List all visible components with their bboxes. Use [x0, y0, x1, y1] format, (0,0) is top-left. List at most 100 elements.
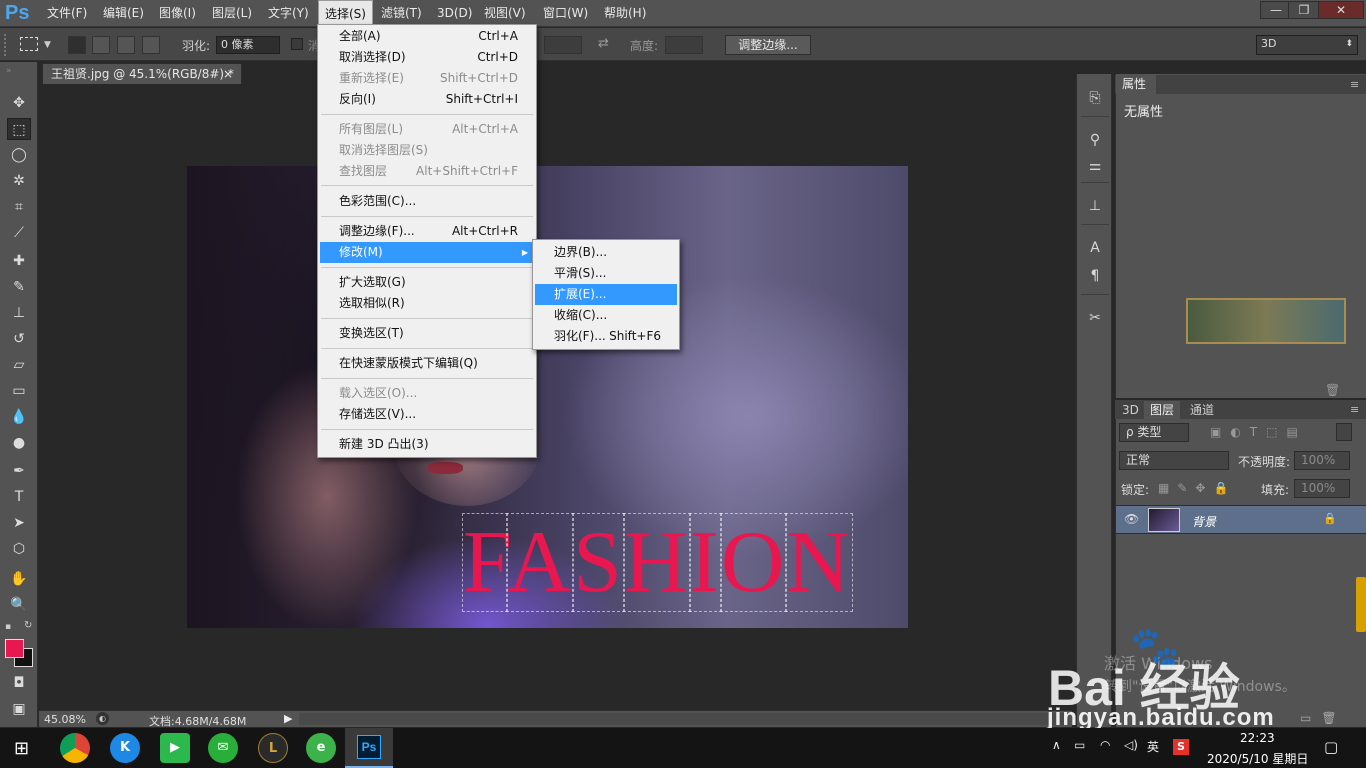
width-input[interactable] [544, 36, 582, 54]
menu-inverse[interactable]: 反向(I) Shift+Ctrl+I [320, 89, 534, 110]
paragraph-panel-icon[interactable]: ¶ [1085, 266, 1105, 286]
dodge-tool-icon[interactable]: ● [7, 432, 31, 454]
lock-icons[interactable]: ▦✎✥🔒 [1158, 481, 1236, 495]
menu-type[interactable]: 文字(Y) [262, 0, 315, 27]
menu-transform-selection[interactable]: 变换选区(T) [320, 323, 534, 344]
tab-3d[interactable]: 3D [1116, 401, 1145, 419]
close-button[interactable]: ✕ [1318, 1, 1364, 19]
healing-brush-tool-icon[interactable]: ✚ [7, 250, 31, 272]
crop-tool-icon[interactable]: ⌗ [7, 196, 31, 218]
gradient-tool-icon[interactable]: ▭ [7, 380, 31, 402]
status-info-icon[interactable]: ◐ [96, 712, 109, 725]
intersect-selection-icon[interactable] [142, 36, 160, 54]
menu-edit[interactable]: 编辑(E) [97, 0, 150, 27]
stamp-tool-icon[interactable]: ⊥ [7, 302, 31, 324]
menu-layer[interactable]: 图层(L) [206, 0, 258, 27]
menu-save-selection[interactable]: 存储选区(V)... [320, 404, 534, 425]
quick-mask-icon[interactable]: ◘ [7, 672, 31, 694]
kugou-icon[interactable]: K [110, 733, 140, 763]
fill-input[interactable]: 100% [1294, 479, 1350, 498]
menu-help[interactable]: 帮助(H) [598, 0, 652, 27]
tab-properties[interactable]: 属性 [1116, 75, 1156, 94]
lol-icon[interactable]: L [258, 733, 288, 763]
path-selection-tool-icon[interactable]: ➤ [7, 512, 31, 534]
submenu-contract[interactable]: 收缩(C)... [535, 305, 677, 326]
feather-input[interactable]: 0 像素 [216, 36, 280, 54]
history-brush-tool-icon[interactable]: ↺ [7, 328, 31, 350]
restore-button[interactable]: ❐ [1288, 1, 1320, 19]
blur-tool-icon[interactable]: 💧 [7, 406, 31, 428]
tab-layers[interactable]: 图层 [1144, 401, 1181, 419]
menu-similar[interactable]: 选取相似(R) [320, 293, 534, 314]
status-menu-arrow-icon[interactable]: ▶ [284, 712, 292, 725]
layers-footer-icons[interactable]: ▭🗑 [1300, 711, 1347, 725]
ime-indicator[interactable]: 英 [1147, 738, 1159, 755]
tool-presets-icon[interactable]: ⚲ [1085, 130, 1105, 150]
windows-start-icon[interactable]: ⊞ [14, 738, 29, 759]
menu-grow[interactable]: 扩大选取(G) [320, 272, 534, 293]
hand-tool-icon[interactable]: ✋ [7, 568, 31, 590]
submenu-feather[interactable]: 羽化(F)... Shift+F6 [535, 326, 677, 347]
new-selection-icon[interactable] [68, 36, 86, 54]
layer-name[interactable]: 背景 [1192, 513, 1216, 530]
preset-dropdown-icon[interactable]: ▼ [44, 40, 51, 50]
tools-settings-icon[interactable]: ✂ [1085, 308, 1105, 328]
photoshop-taskbar-button[interactable]: Ps [345, 728, 393, 768]
fashion-text-selection[interactable]: FASHION [461, 513, 853, 612]
zoom-level[interactable]: 45.08% [44, 713, 86, 726]
pen-tool-icon[interactable]: ✒ [7, 460, 31, 482]
eyedropper-tool-icon[interactable]: ⟋ [7, 222, 31, 244]
brush-tool-icon[interactable]: ✎ [7, 276, 31, 298]
menu-deselect[interactable]: 取消选择(D) Ctrl+D [320, 47, 534, 68]
lasso-tool-icon[interactable]: ◯ [7, 144, 31, 166]
subtract-selection-icon[interactable] [117, 36, 135, 54]
layer-visibility-eye-icon[interactable]: 👁 [1124, 512, 1139, 526]
clone-source-icon[interactable]: ⊥ [1085, 196, 1105, 216]
submenu-expand[interactable]: 扩展(E)... [535, 284, 677, 305]
menu-window[interactable]: 窗口(W) [537, 0, 594, 27]
submenu-border[interactable]: 边界(B)... [535, 242, 677, 263]
menu-refine-edge[interactable]: 调整边缘(F)... Alt+Ctrl+R [320, 221, 534, 242]
history-panel-icon[interactable]: ⎘ [1085, 88, 1105, 108]
layer-row-background[interactable]: 👁 背景 🔒 [1116, 505, 1366, 534]
notification-center-icon[interactable]: ▢ [1324, 738, 1338, 756]
properties-trash-icon[interactable]: 🗑 [1325, 383, 1340, 397]
foreground-color-swatch[interactable] [5, 639, 24, 658]
menu-color-range[interactable]: 色彩范围(C)... [320, 191, 534, 212]
screen-mode-icon[interactable]: ▣ [7, 698, 31, 720]
type-tool-icon[interactable]: T [7, 486, 31, 508]
add-selection-icon[interactable] [92, 36, 110, 54]
tray-expand-icon[interactable]: ∧ [1052, 738, 1061, 752]
volume-icon[interactable]: ◁) [1124, 738, 1138, 752]
marquee-tool-icon[interactable]: ⬚ [7, 118, 31, 140]
submenu-smooth[interactable]: 平滑(S)... [535, 263, 677, 284]
blend-mode-select[interactable]: 正常 [1119, 451, 1229, 470]
adjustments-panel-icon[interactable]: ⚌ [1085, 156, 1105, 176]
antialias-checkbox[interactable] [291, 38, 303, 50]
refine-edge-button[interactable]: 调整边缘... [725, 35, 811, 55]
document-close-icon[interactable]: × [223, 64, 233, 84]
browser-360-icon[interactable]: e [306, 733, 336, 763]
menu-filter[interactable]: 滤镜(T) [375, 0, 428, 27]
height-input[interactable] [665, 36, 703, 54]
network-icon[interactable]: ◠ [1100, 738, 1110, 752]
zoom-tool-icon[interactable]: 🔍 [7, 594, 31, 616]
swap-colors-icon[interactable]: ↻ [24, 620, 32, 631]
eraser-tool-icon[interactable]: ▱ [7, 354, 31, 376]
menu-select-all[interactable]: 全部(A) Ctrl+A [320, 26, 534, 47]
panel-menu-icon[interactable]: ≡ [1350, 78, 1359, 91]
layer-filter-select[interactable]: ρ 类型 [1119, 423, 1189, 442]
menu-select[interactable]: 选择(S) [318, 0, 373, 27]
workspace-select[interactable]: 3D ⬍ [1256, 35, 1358, 55]
shape-tool-icon[interactable]: ⬡ [7, 538, 31, 560]
clock-time[interactable]: 22:23 [1240, 731, 1275, 745]
menu-view[interactable]: 视图(V) [478, 0, 532, 27]
wechat-icon[interactable]: ✉ [208, 733, 238, 763]
sogou-ime-icon[interactable]: S [1173, 739, 1189, 755]
clock-date[interactable]: 2020/5/10 星期日 [1207, 750, 1308, 767]
move-tool-icon[interactable]: ✥ [7, 92, 31, 114]
layer-filter-icons[interactable]: ▣◐T⬚▤ [1210, 425, 1307, 439]
opacity-input[interactable]: 100% [1294, 451, 1350, 470]
filter-toggle[interactable] [1336, 423, 1352, 441]
menu-image[interactable]: 图像(I) [153, 0, 202, 27]
